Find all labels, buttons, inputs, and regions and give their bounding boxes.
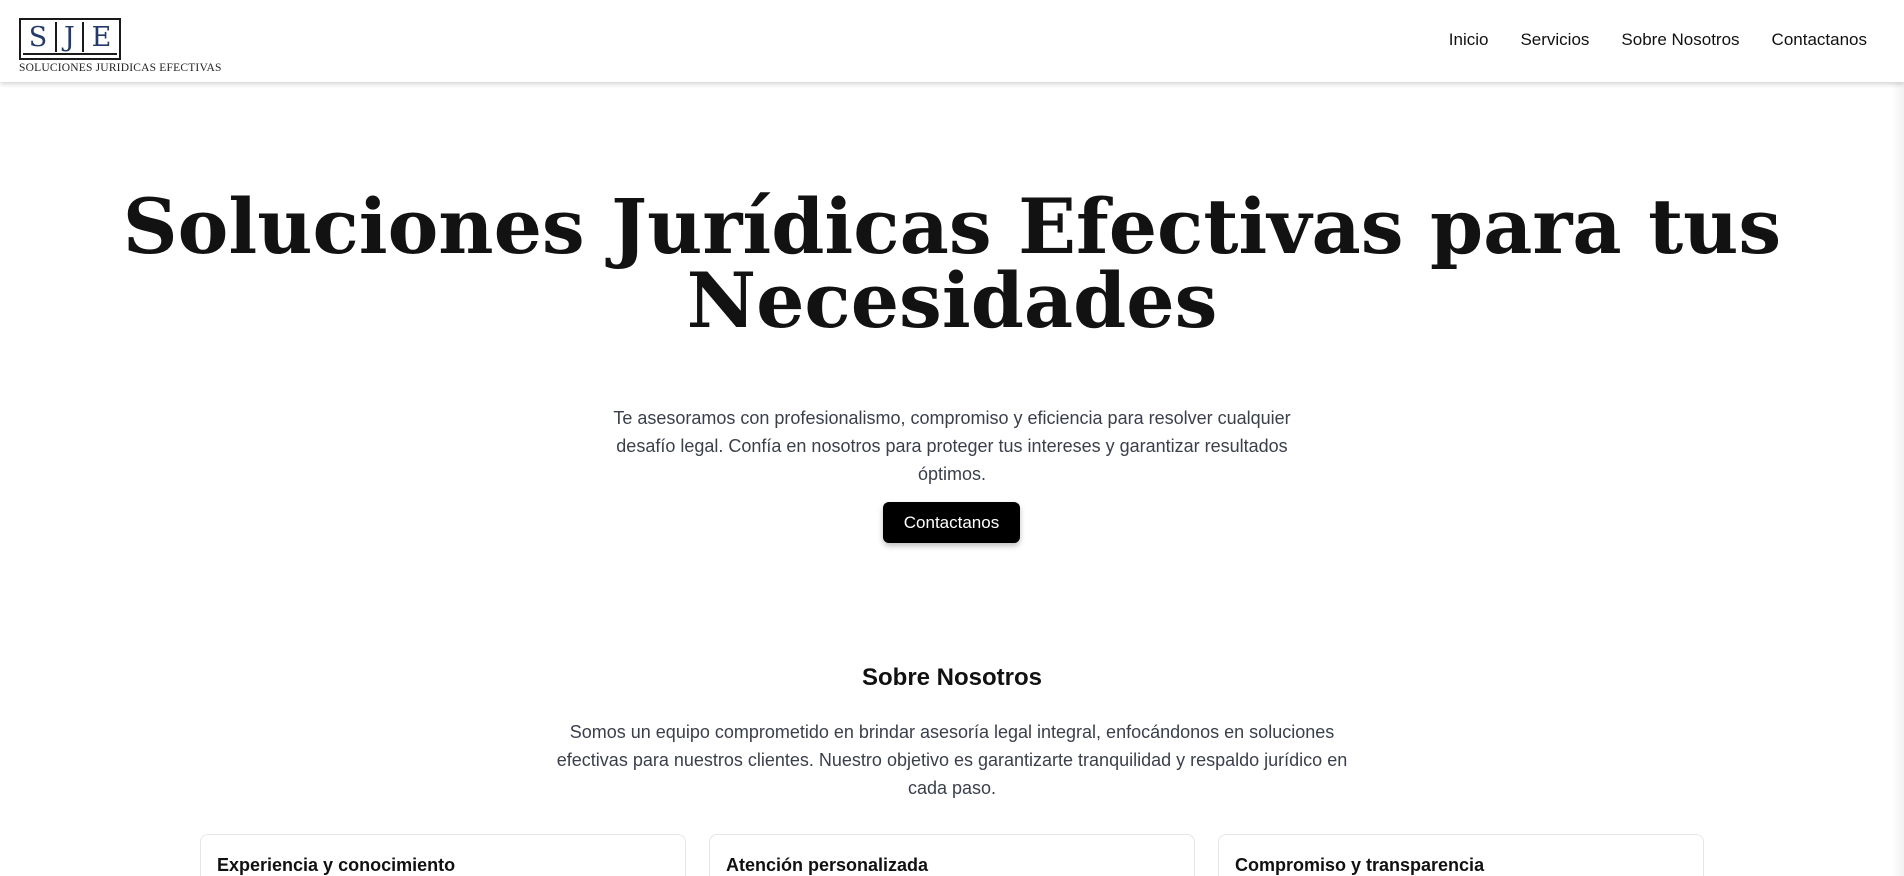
logo-subtitle: SOLUCIONES JURIDICAS EFECTIVAS — [19, 62, 222, 74]
nav-link-servicios[interactable]: Servicios — [1520, 30, 1589, 50]
nav-link-inicio[interactable]: Inicio — [1449, 30, 1489, 50]
logo-letter-s: S — [28, 21, 48, 53]
nav-link-sobre-nosotros[interactable]: Sobre Nosotros — [1621, 30, 1739, 50]
feature-card-title: Experiencia y conocimiento — [217, 855, 456, 875]
about-description: Somos un equipo comprometido en brindar … — [556, 722, 1348, 798]
scrollbar[interactable] — [1892, 0, 1904, 876]
feature-card-commitment: Compromiso y transparencia — [1218, 834, 1704, 876]
hero-description: Te asesoramos con profesionalismo, compr… — [613, 408, 1291, 484]
about-title: Sobre Nosotros — [861, 664, 1043, 691]
logo[interactable]: S J E SOLUCIONES JURIDICAS EFECTIVAS — [19, 18, 222, 74]
hero-title: Soluciones Jurídicas Efectivas para tus … — [122, 182, 1782, 345]
feature-cards: Experiencia y conocimiento Atención pers… — [200, 834, 1704, 876]
site-header: S J E SOLUCIONES JURIDICAS EFECTIVAS Ini… — [0, 0, 1904, 82]
feature-card-experience: Experiencia y conocimiento — [200, 834, 686, 876]
logo-divider — [54, 22, 57, 52]
feature-card-title: Atención personalizada — [726, 855, 929, 875]
nav-link-contactanos[interactable]: Contactanos — [1772, 30, 1867, 50]
main-nav: Inicio Servicios Sobre Nosotros Contacta… — [1449, 30, 1867, 50]
logo-mark: S J E — [19, 18, 121, 60]
feature-card-title: Compromiso y transparencia — [1235, 855, 1485, 875]
contact-button[interactable]: Contactanos — [883, 502, 1020, 543]
feature-card-attention: Atención personalizada — [709, 834, 1195, 876]
logo-divider — [82, 22, 85, 52]
logo-letter-j: J — [63, 21, 75, 53]
logo-letter-e: E — [91, 21, 112, 53]
